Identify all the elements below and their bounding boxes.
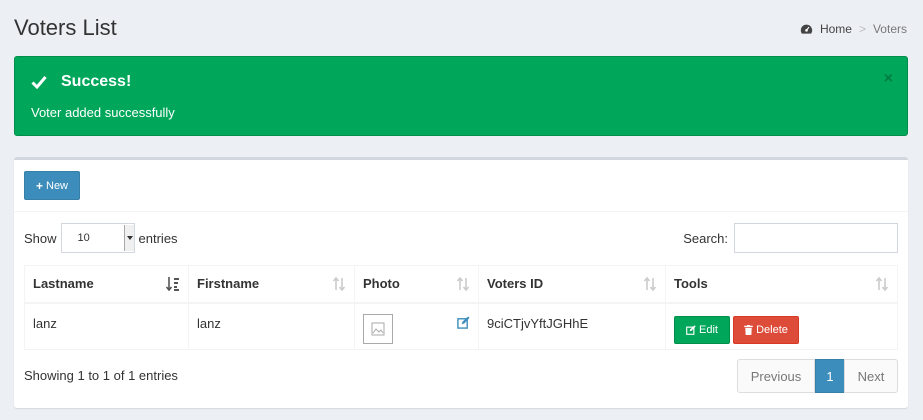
search-control: Search: <box>683 223 898 253</box>
table-row: lanz lanz 9ciCTjvYftJGHhE Edit Delete <box>24 302 898 350</box>
search-input[interactable] <box>734 223 898 253</box>
sort-icon <box>456 276 470 292</box>
breadcrumb: Home > Voters <box>800 22 907 36</box>
dashboard-icon <box>800 24 813 34</box>
pagination: Previous 1 Next <box>737 359 898 393</box>
box-header: + New <box>14 160 908 212</box>
column-header-lastname[interactable]: Lastname <box>24 265 189 304</box>
check-icon <box>31 76 47 89</box>
sort-icon <box>332 276 346 292</box>
next-page-button[interactable]: Next <box>844 359 898 393</box>
alert-title: Success! <box>61 73 132 90</box>
show-label: Show <box>24 230 57 246</box>
voters-box: + New Show 10 entries Search: Lastname F… <box>14 157 908 408</box>
breadcrumb-separator: > <box>858 22 866 36</box>
previous-page-button[interactable]: Previous <box>737 359 815 393</box>
page-header: Voters List Home > Voters <box>14 14 909 44</box>
edit-photo-icon[interactable] <box>457 315 470 329</box>
voters-table: Lastname Firstname Photo Voters ID Tools… <box>24 265 898 350</box>
chevron-down-icon <box>123 225 134 251</box>
column-header-tools[interactable]: Tools <box>665 265 898 304</box>
breadcrumb-current: Voters <box>872 22 907 36</box>
voter-photo <box>363 313 393 344</box>
broken-image-icon <box>371 322 385 335</box>
close-icon[interactable]: × <box>884 71 893 87</box>
edit-button[interactable]: Edit <box>674 315 730 344</box>
entries-length-control: Show 10 entries <box>24 223 178 253</box>
breadcrumb-home-link[interactable]: Home <box>820 22 852 36</box>
trash-icon <box>744 324 753 335</box>
sort-ascending-icon <box>166 277 179 292</box>
column-header-firstname[interactable]: Firstname <box>188 265 355 304</box>
cell-voters-id: 9ciCTjvYftJGHhE <box>478 302 666 350</box>
edit-icon <box>686 324 696 335</box>
table-info: Showing 1 to 1 of 1 entries <box>24 368 178 383</box>
success-alert: Success! Voter added successfully × <box>14 56 908 136</box>
delete-button[interactable]: Delete <box>733 315 799 344</box>
table-header-row: Lastname Firstname Photo Voters ID Tools <box>24 265 898 304</box>
cell-lastname: lanz <box>24 302 189 350</box>
page-1-button[interactable]: 1 <box>815 359 845 393</box>
sort-icon <box>643 276 657 292</box>
cell-tools: Edit Delete <box>665 302 898 350</box>
column-header-photo[interactable]: Photo <box>354 265 479 304</box>
page-title: Voters List <box>14 15 117 40</box>
new-button-label: New <box>46 179 69 192</box>
entries-label: entries <box>138 230 178 246</box>
column-header-voters-id[interactable]: Voters ID <box>478 265 666 304</box>
entries-select-value: 10 <box>77 232 90 244</box>
sort-icon <box>875 276 889 292</box>
alert-message: Voter added successfully <box>31 105 175 120</box>
entries-select[interactable]: 10 <box>60 223 135 253</box>
new-button[interactable]: + New <box>24 171 80 200</box>
search-label: Search: <box>683 230 728 246</box>
cell-photo <box>354 302 479 350</box>
cell-firstname: lanz <box>188 302 355 350</box>
plus-icon: + <box>35 178 43 193</box>
